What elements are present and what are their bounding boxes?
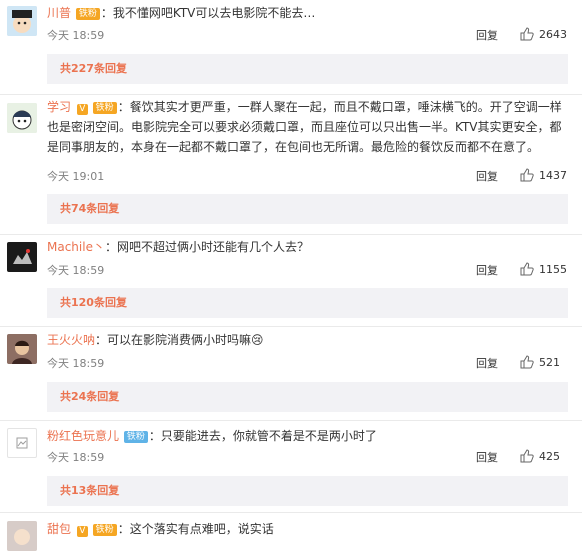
like-button[interactable]: 2643 [520, 27, 567, 41]
timestamp: 今天 18:59 [47, 451, 105, 464]
avatar[interactable] [7, 103, 37, 133]
reply-button[interactable]: 回复 [476, 355, 498, 371]
view-replies-link[interactable]: 共120条回复 [60, 296, 127, 309]
comment-body: 可以在影院消费俩小时吗嘛😢 [107, 333, 264, 347]
like-count: 521 [539, 356, 560, 369]
reply-button[interactable]: 回复 [476, 449, 498, 465]
timestamp: 今天 18:59 [47, 29, 105, 42]
comment-body: 我不懂网吧KTV可以去电影院不能去… [112, 6, 316, 20]
fan-badge: 铁粉 [75, 8, 100, 20]
reply-summary: 共227条回复 [47, 54, 568, 84]
timestamp: 今天 18:59 [47, 357, 105, 370]
avatar[interactable] [7, 521, 37, 551]
vip-icon: V [76, 526, 88, 537]
reply-summary: 共74条回复 [47, 194, 568, 224]
thumbs-up-icon [520, 27, 534, 41]
view-replies-link[interactable]: 共227条回复 [60, 62, 127, 75]
comment-text: 粉红色玩意儿 铁粉 ：只要能进去，你就管不着是不是两小时了 [47, 426, 568, 446]
reply-summary: 共24条回复 [47, 382, 568, 412]
divider [0, 512, 582, 513]
comment-text: 甜包 V 铁粉 ：这个落实有点难吧，说实话 [47, 519, 568, 539]
reply-summary: 共13条回复 [47, 476, 568, 506]
avatar[interactable] [7, 242, 37, 272]
divider [0, 420, 582, 421]
comment-text: Machile丶：网吧不超过俩小时还能有几个人去？ [47, 237, 568, 257]
comment-text: 王火火呐：可以在影院消费俩小时吗嘛😢 [47, 330, 568, 350]
username[interactable]: Machile丶 [47, 240, 105, 254]
divider [0, 94, 582, 95]
divider [0, 234, 582, 235]
avatar[interactable] [7, 334, 37, 364]
like-count: 425 [539, 450, 560, 463]
avatar[interactable] [7, 428, 37, 458]
colon: ： [117, 100, 130, 114]
like-count: 1437 [539, 169, 567, 182]
comment-body: 只要能进去，你就管不着是不是两小时了 [160, 429, 377, 443]
timestamp: 今天 19:01 [47, 170, 105, 183]
thumbs-up-icon [520, 355, 534, 369]
comment-text: 学习 V 铁粉 ：餐饮其实才更严重，一群人聚在一起，而且不戴口罩，唾沫横飞的。开了… [47, 97, 568, 157]
divider [0, 326, 582, 327]
reply-button[interactable]: 回复 [476, 168, 498, 184]
like-button[interactable]: 1437 [520, 168, 567, 182]
like-count: 2643 [539, 28, 567, 41]
reply-summary: 共120条回复 [47, 288, 568, 318]
like-button[interactable]: 521 [520, 355, 560, 369]
colon: ： [148, 429, 161, 443]
timestamp: 今天 18:59 [47, 264, 105, 277]
colon: ： [100, 6, 113, 20]
colon: ： [104, 240, 117, 254]
fan-badge: 铁粉 [123, 431, 148, 443]
like-button[interactable]: 1155 [520, 262, 567, 276]
reply-button[interactable]: 回复 [476, 262, 498, 278]
username[interactable]: 王火火呐 [47, 333, 95, 347]
like-count: 1155 [539, 263, 567, 276]
view-replies-link[interactable]: 共13条回复 [60, 484, 119, 497]
like-button[interactable]: 425 [520, 449, 560, 463]
comment-body: 网吧不超过俩小时还能有几个人去？ [116, 240, 309, 254]
vip-icon: V [76, 104, 88, 115]
view-replies-link[interactable]: 共24条回复 [60, 390, 119, 403]
username[interactable]: 学习 [47, 100, 71, 114]
comment-text: 川普 铁粉 ：我不懂网吧KTV可以去电影院不能去… [47, 3, 568, 23]
reply-button[interactable]: 回复 [476, 27, 498, 43]
avatar[interactable] [7, 6, 37, 36]
username[interactable]: 川普 [47, 6, 71, 20]
fan-badge: 铁粉 [92, 524, 117, 536]
fan-badge: 铁粉 [92, 102, 117, 114]
username[interactable]: 粉红色玩意儿 [47, 429, 119, 443]
thumbs-up-icon [520, 449, 534, 463]
thumbs-up-icon [520, 262, 534, 276]
thumbs-up-icon [520, 168, 534, 182]
colon: ： [95, 333, 108, 347]
view-replies-link[interactable]: 共74条回复 [60, 202, 119, 215]
